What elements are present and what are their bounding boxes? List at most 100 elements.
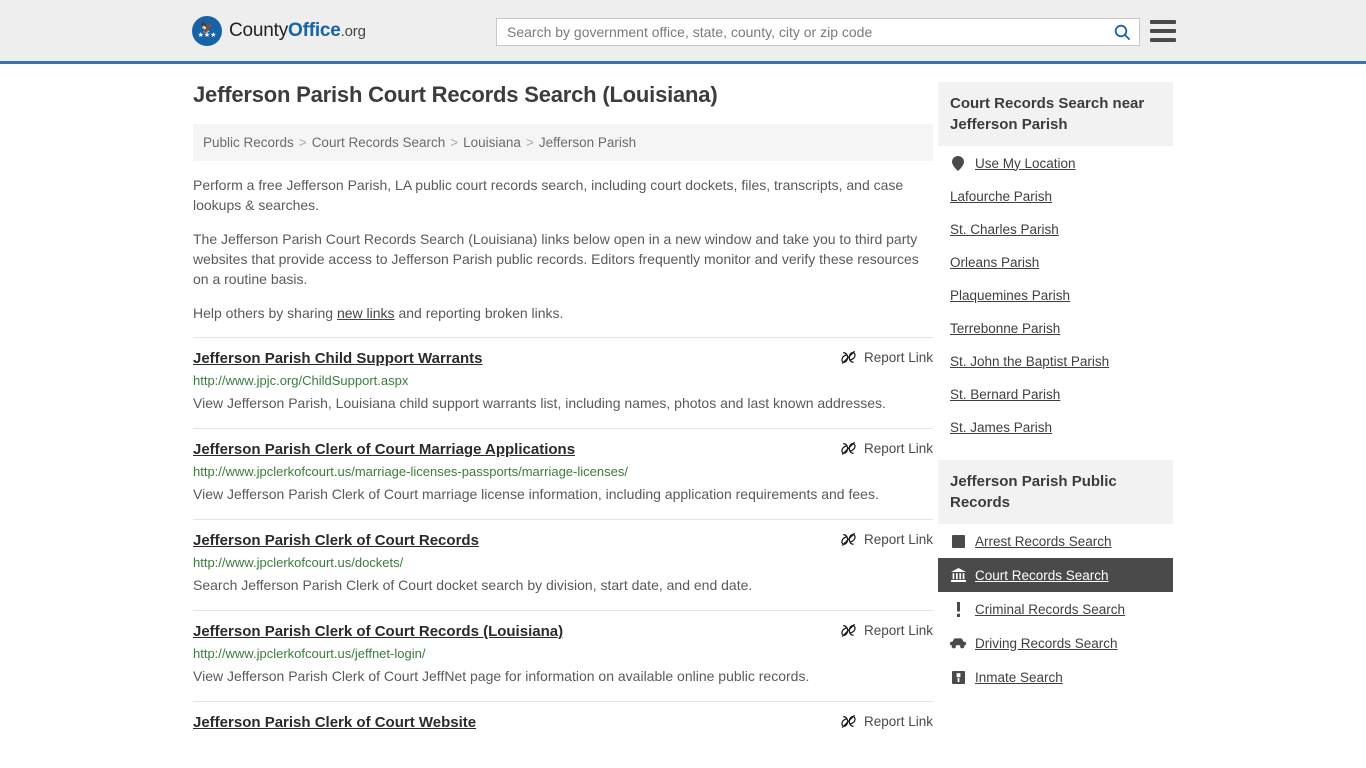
result-item: Jefferson Parish Clerk of Court Records R…	[193, 519, 933, 610]
nearby-list-item[interactable]: Use My Location	[938, 146, 1173, 180]
nearby-link[interactable]: Orleans Parish	[950, 255, 1039, 270]
search-icon	[1114, 24, 1130, 40]
result-header: Jefferson Parish Clerk of Court Records …	[193, 622, 933, 641]
result-header: Jefferson Parish Clerk of Court Marriage…	[193, 440, 933, 459]
nearby-link[interactable]: St. John the Baptist Parish	[950, 354, 1109, 369]
result-item: Jefferson Parish Child Support Warrants R…	[193, 337, 933, 428]
logo-bold: Office	[288, 19, 341, 41]
result-description: View Jefferson Parish Clerk of Court Jef…	[193, 668, 810, 684]
intro-p3-after: and reporting broken links.	[394, 305, 564, 321]
nearby-list: Use My Location Lafourche Parish St. Charl…	[938, 146, 1173, 444]
courthouse-icon	[950, 567, 966, 583]
hamburger-bar	[1150, 29, 1176, 33]
result-header: Jefferson Parish Clerk of Court Website R…	[193, 713, 933, 732]
menu-button[interactable]	[1150, 20, 1176, 42]
report-link-button[interactable]: Report Link	[820, 349, 933, 366]
intro-paragraph-1: Perform a free Jefferson Parish, LA publ…	[193, 177, 904, 213]
report-link-button[interactable]: Report Link	[820, 713, 933, 730]
search-input[interactable]	[497, 19, 1105, 45]
nearby-panel-heading: Court Records Search near Jefferson Pari…	[938, 82, 1173, 146]
nearby-list-item[interactable]: St. James Parish	[938, 411, 1173, 444]
nearby-link[interactable]: St. Bernard Parish	[950, 387, 1060, 402]
result-description: View Jefferson Parish Clerk of Court mar…	[193, 486, 879, 502]
intro-text: Perform a free Jefferson Parish, LA publ…	[193, 175, 933, 323]
intro-paragraph-3: Help others by sharing new links and rep…	[193, 303, 933, 323]
public-records-link[interactable]: Criminal Records Search	[975, 602, 1125, 617]
report-link-label: Report Link	[863, 441, 933, 456]
breadcrumb-item[interactable]: Public Records	[203, 135, 294, 150]
public-records-link[interactable]: Arrest Records Search	[975, 534, 1112, 549]
logo-tld: .org	[340, 22, 366, 40]
nearby-link[interactable]: Terrebonne Parish	[950, 321, 1060, 336]
result-header: Jefferson Parish Clerk of Court Records R…	[193, 531, 933, 550]
square-icon	[950, 533, 966, 549]
breadcrumb: Public Records > Court Records Search > Loui…	[193, 124, 933, 161]
nearby-link[interactable]: Lafourche Parish	[950, 189, 1052, 204]
new-links-link[interactable]: new links	[337, 305, 395, 321]
nearby-list-item[interactable]: St. Bernard Parish	[938, 378, 1173, 411]
intro-p3-before: Help others by sharing	[193, 305, 337, 321]
breadcrumb-separator: >	[450, 135, 459, 150]
search-bar	[496, 18, 1140, 46]
nearby-list-item[interactable]: St. Charles Parish	[938, 213, 1173, 246]
result-title-link[interactable]: Jefferson Parish Child Support Warrants	[193, 349, 483, 368]
public-records-panel: Jefferson Parish Public Records Arrest R…	[938, 460, 1173, 694]
nearby-link[interactable]: Use My Location	[975, 156, 1076, 171]
result-title-link[interactable]: Jefferson Parish Clerk of Court Website	[193, 713, 476, 732]
nearby-link[interactable]: St. James Parish	[950, 420, 1052, 435]
public-records-item[interactable]: Inmate Search	[938, 660, 1173, 694]
page-body: Jefferson Parish Court Records Search (L…	[0, 64, 1366, 744]
breadcrumb-separator: >	[298, 135, 307, 150]
main-content: Jefferson Parish Court Records Search (L…	[193, 82, 933, 744]
result-item: Jefferson Parish Clerk of Court Records …	[193, 610, 933, 701]
nearby-list-item[interactable]: St. John the Baptist Parish	[938, 345, 1173, 378]
report-link-button[interactable]: Report Link	[820, 622, 933, 639]
result-item: Jefferson Parish Clerk of Court Marriage…	[193, 428, 933, 519]
nearby-list-item[interactable]: Plaquemines Parish	[938, 279, 1173, 312]
result-list: Jefferson Parish Child Support Warrants R…	[193, 337, 933, 744]
result-title-link[interactable]: Jefferson Parish Clerk of Court Records …	[193, 622, 563, 641]
report-link-button[interactable]: Report Link	[820, 440, 933, 457]
report-link-label: Report Link	[863, 623, 933, 638]
result-description: Search Jefferson Parish Clerk of Court d…	[193, 577, 753, 593]
breadcrumb-item[interactable]: Louisiana	[463, 135, 521, 150]
public-records-link[interactable]: Driving Records Search	[975, 636, 1118, 651]
public-records-link[interactable]: Inmate Search	[975, 670, 1063, 685]
result-url[interactable]: http://www.jpclerkofcourt.us/marriage-li…	[193, 463, 933, 480]
public-records-item[interactable]: Driving Records Search	[938, 626, 1173, 660]
public-records-list: Arrest Records Search Court Records Searc…	[938, 524, 1173, 694]
breadcrumb-item[interactable]: Court Records Search	[312, 135, 446, 150]
broken-link-icon	[841, 441, 856, 456]
intro-paragraph-2: The Jefferson Parish Court Records Searc…	[193, 231, 919, 287]
result-url[interactable]: http://www.jpclerkofcourt.us/dockets/	[193, 554, 933, 571]
sidebar: Court Records Search near Jefferson Pari…	[938, 82, 1173, 744]
site-logo[interactable]: 🦅 ★★★ CountyOffice.org	[192, 15, 366, 46]
nearby-list-item[interactable]: Terrebonne Parish	[938, 312, 1173, 345]
public-records-item[interactable]: Arrest Records Search	[938, 524, 1173, 558]
public-records-item-active[interactable]: Court Records Search	[938, 558, 1173, 592]
public-records-item[interactable]: Criminal Records Search	[938, 592, 1173, 626]
report-link-label: Report Link	[863, 532, 933, 547]
result-title-link[interactable]: Jefferson Parish Clerk of Court Marriage…	[193, 440, 575, 459]
result-url[interactable]: http://www.jpclerkofcourt.us/jeffnet-log…	[193, 645, 933, 662]
car-icon	[950, 635, 966, 651]
logo-wordmark: CountyOffice.org	[229, 20, 366, 42]
map-pin-icon	[950, 155, 966, 171]
site-header: 🦅 ★★★ CountyOffice.org	[0, 0, 1366, 64]
result-url[interactable]: http://www.jpjc.org/ChildSupport.aspx	[193, 372, 933, 389]
result-title-link[interactable]: Jefferson Parish Clerk of Court Records	[193, 531, 479, 550]
public-records-link[interactable]: Court Records Search	[975, 568, 1109, 583]
public-records-panel-heading: Jefferson Parish Public Records	[938, 460, 1173, 524]
report-link-button[interactable]: Report Link	[820, 531, 933, 548]
breadcrumb-item[interactable]: Jefferson Parish	[539, 135, 636, 150]
nearby-panel: Court Records Search near Jefferson Pari…	[938, 82, 1173, 444]
nearby-list-item[interactable]: Orleans Parish	[938, 246, 1173, 279]
nearby-link[interactable]: Plaquemines Parish	[950, 288, 1070, 303]
report-link-label: Report Link	[863, 350, 933, 365]
result-item: Jefferson Parish Clerk of Court Website R…	[193, 701, 933, 744]
search-button[interactable]	[1105, 19, 1139, 45]
nearby-link[interactable]: St. Charles Parish	[950, 222, 1059, 237]
exclamation-icon	[950, 601, 966, 617]
logo-prefix: County	[229, 19, 289, 41]
nearby-list-item[interactable]: Lafourche Parish	[938, 180, 1173, 213]
